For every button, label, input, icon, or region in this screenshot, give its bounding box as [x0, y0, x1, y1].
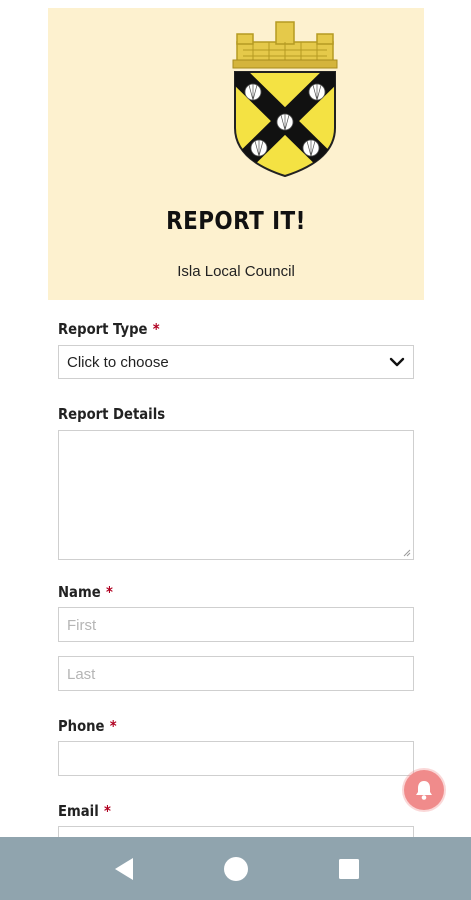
required-mark: *: [109, 717, 117, 735]
recents-icon[interactable]: [331, 851, 367, 887]
home-icon[interactable]: [218, 851, 254, 887]
back-icon[interactable]: [106, 851, 142, 887]
header-card: REPORT IT! Isla Local Council: [48, 8, 424, 300]
app-title: REPORT IT!: [166, 206, 306, 235]
name-label-text: Name: [58, 583, 101, 601]
system-navigation-bar: [0, 837, 471, 900]
resize-grip-icon[interactable]: [403, 549, 411, 557]
last-name-input[interactable]: Last: [58, 656, 414, 691]
first-name-placeholder: First: [67, 617, 97, 634]
phone-label-text: Phone: [58, 717, 105, 735]
required-mark: *: [105, 583, 113, 601]
coat-of-arms-icon: [232, 21, 338, 178]
chevron-down-icon: [389, 357, 405, 367]
phone-input[interactable]: [58, 741, 414, 776]
notification-bell-button[interactable]: [404, 770, 444, 810]
bell-icon: [416, 781, 432, 800]
first-name-input[interactable]: First: [58, 607, 414, 642]
email-label-text: Email: [58, 802, 99, 820]
report-details-label-text: Report Details: [58, 405, 166, 423]
name-label: Name *: [58, 583, 113, 601]
report-type-selected-value: Click to choose: [67, 354, 169, 371]
phone-label: Phone *: [58, 717, 117, 735]
report-type-label-text: Report Type: [58, 320, 148, 338]
email-label: Email *: [58, 802, 111, 820]
report-details-textarea[interactable]: [58, 430, 414, 560]
report-type-select[interactable]: Click to choose: [58, 345, 414, 379]
report-details-label: Report Details: [58, 405, 165, 423]
council-name: Isla Local Council: [177, 263, 295, 280]
required-mark: *: [104, 802, 111, 820]
report-it-page: REPORT IT! Isla Local Council Report Typ…: [0, 0, 471, 900]
report-type-label: Report Type *: [58, 320, 160, 338]
required-mark: *: [152, 320, 160, 338]
last-name-placeholder: Last: [67, 666, 96, 683]
